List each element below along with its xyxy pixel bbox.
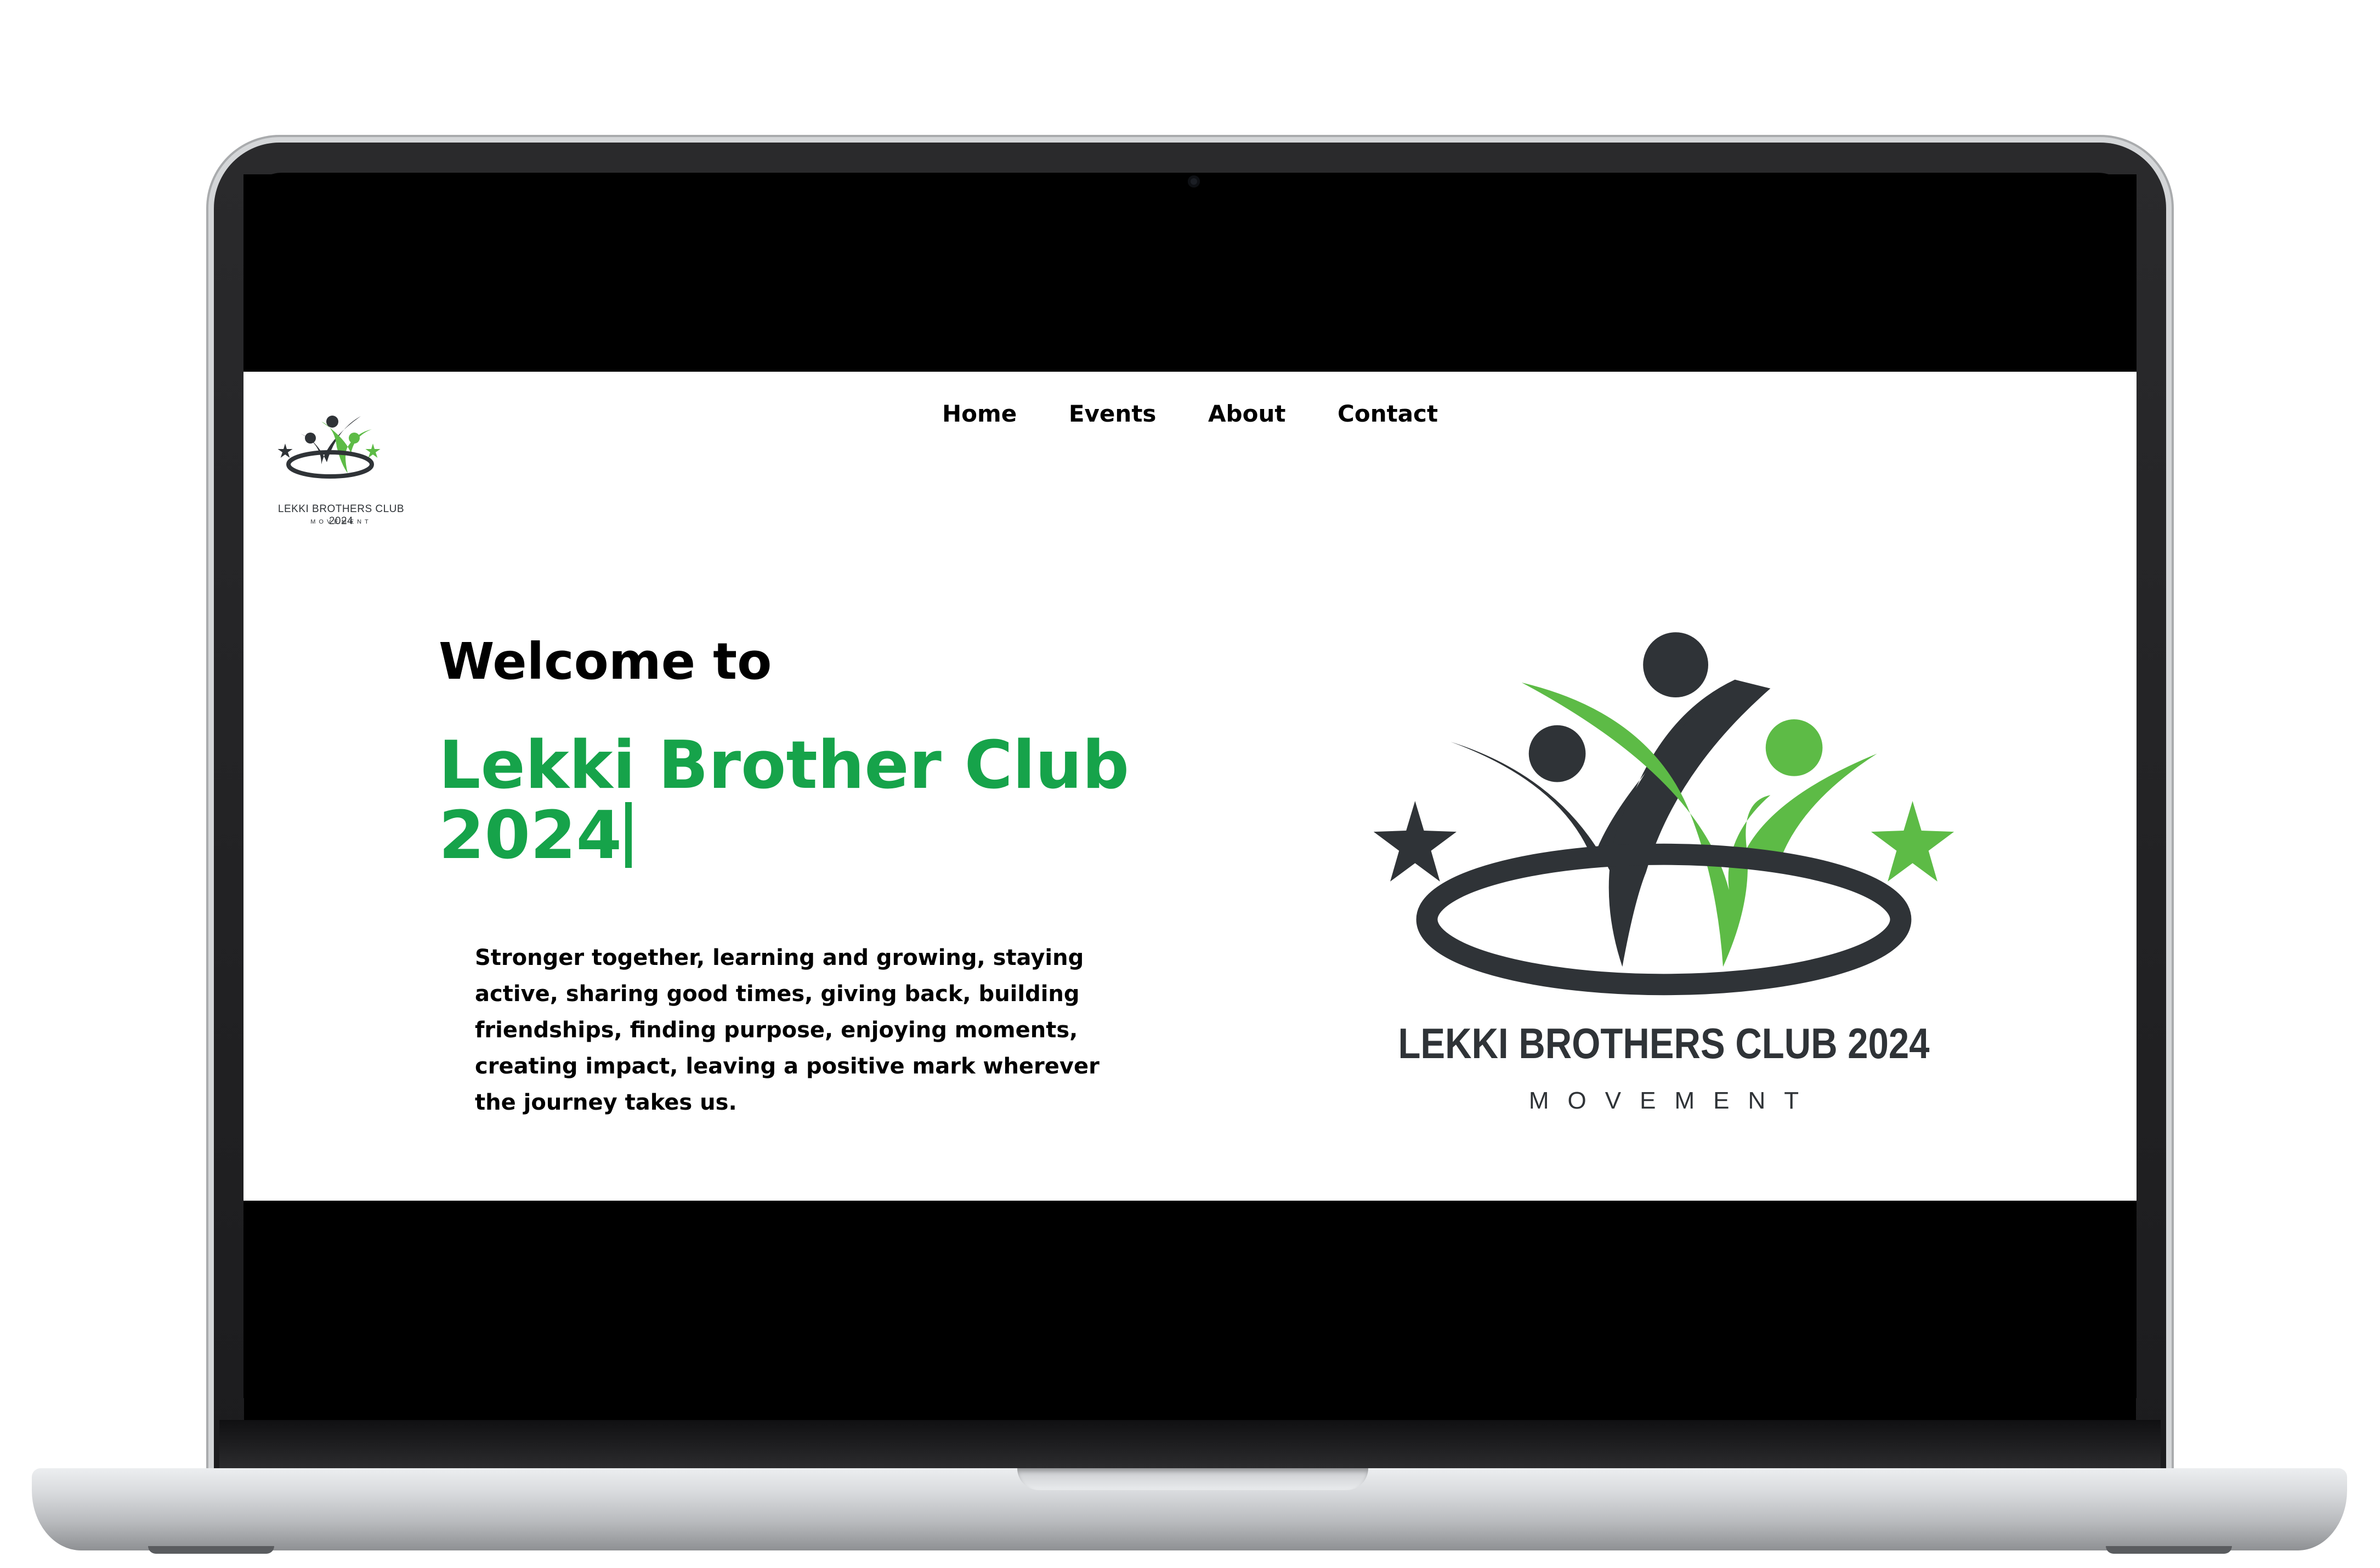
nav-link-contact[interactable]: Contact xyxy=(1338,400,1438,427)
hero-logo-subtext: MOVEMENT xyxy=(1528,1087,1818,1114)
header-logo-subtext: MOVEMENT xyxy=(310,519,372,525)
laptop-mockup: LEKKI BROTHERS CLUB 2024 MOVEMENT Home E… xyxy=(0,0,2380,1568)
nav-link-events[interactable]: Events xyxy=(1069,400,1157,427)
lid-hinge xyxy=(219,1420,2161,1469)
nav-link-about[interactable]: About xyxy=(1208,400,1285,427)
main-nav: Home Events About Contact xyxy=(243,400,2137,427)
typing-cursor xyxy=(625,802,632,868)
laptop-foot-right xyxy=(2106,1546,2232,1554)
camera-icon xyxy=(1188,175,1200,188)
hero-logo-text: LEKKI BROTHERS CLUB 2024 xyxy=(1398,1019,1930,1067)
hero-title: Lekki Brother Club 2024 xyxy=(439,731,1152,871)
hero-tagline: Stronger together, learning and growing,… xyxy=(475,945,1100,1115)
hero-welcome: Welcome to xyxy=(439,632,772,691)
website-viewport: LEKKI BROTHERS CLUB 2024 MOVEMENT Home E… xyxy=(243,372,2137,1201)
hero-logo-icon xyxy=(1373,632,1954,996)
laptop-foot-left xyxy=(148,1546,274,1554)
trackpad-notch xyxy=(1017,1468,1368,1490)
nav-link-home[interactable]: Home xyxy=(942,400,1017,427)
hero-title-line2: 2024 xyxy=(439,798,622,874)
hero-title-line1: Lekki Brother Club xyxy=(439,728,1130,804)
